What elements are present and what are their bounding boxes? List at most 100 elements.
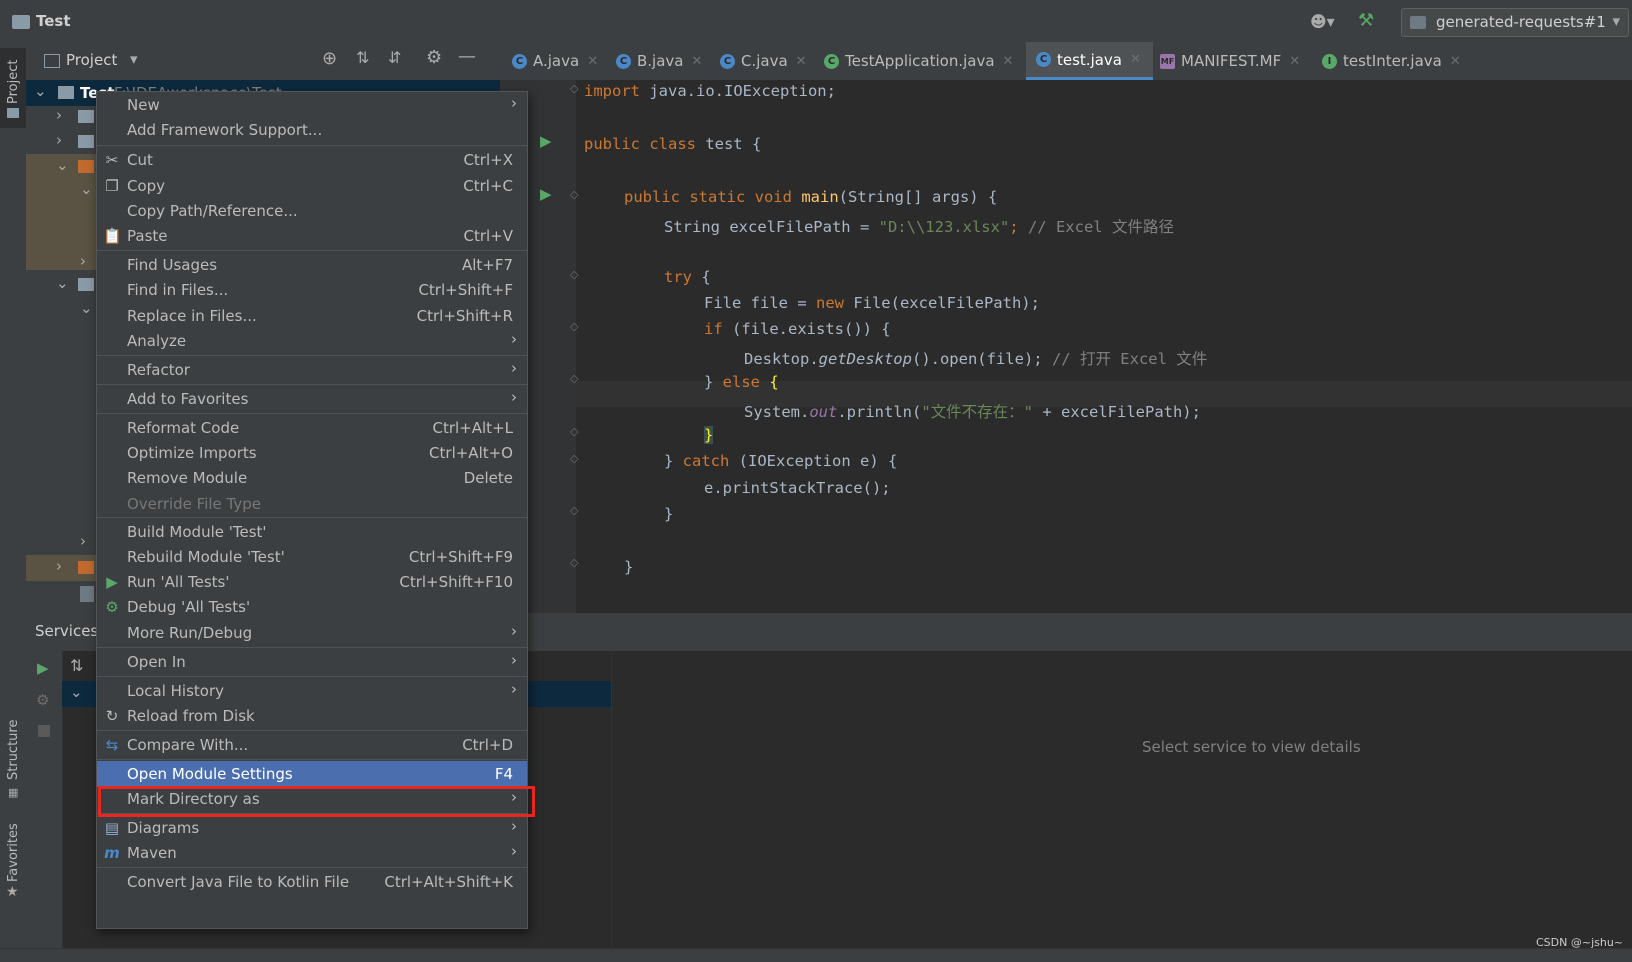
menu-item-refactor[interactable]: Refactor › xyxy=(97,357,527,383)
bottom-tool-bar xyxy=(0,948,1632,962)
chevron-right-icon[interactable]: › xyxy=(56,557,62,575)
menu-item-reformat-code[interactable]: Reformat Code Ctrl+Alt+L xyxy=(97,415,527,441)
tab-label: B.java xyxy=(637,52,684,70)
close-icon[interactable]: ✕ xyxy=(692,54,703,69)
tab-testapplication-java[interactable]: C TestApplication.java ✕ xyxy=(824,42,1013,80)
services-title: Services xyxy=(35,622,99,640)
chevron-down-icon[interactable]: ⌄ xyxy=(34,82,47,100)
chevron-right-icon[interactable]: › xyxy=(80,532,86,550)
fold-icon[interactable]: ◇ xyxy=(570,320,578,333)
fold-icon[interactable]: ◇ xyxy=(570,556,578,569)
star-icon: ★ xyxy=(6,884,19,900)
user-icon[interactable]: ☻▾ xyxy=(1310,12,1335,31)
fold-icon[interactable]: ◇ xyxy=(570,268,578,281)
menu-item-debug-all-tests[interactable]: ⚙ Debug 'All Tests' xyxy=(97,594,527,620)
favorites-tool-label[interactable]: Favorites xyxy=(6,823,21,882)
expand-all-icon[interactable]: ⇅ xyxy=(70,656,83,675)
fold-icon[interactable]: ◇ xyxy=(570,82,578,95)
tab-a-java[interactable]: C A.java ✕ xyxy=(512,42,598,80)
tab-label: MANIFEST.MF xyxy=(1181,52,1282,70)
menu-item-rebuild-module[interactable]: Rebuild Module 'Test' Ctrl+Shift+F9 xyxy=(97,544,527,570)
menu-item-optimize-imports[interactable]: Optimize Imports Ctrl+Alt+O xyxy=(97,440,527,466)
menu-item-find-usages[interactable]: Find Usages Alt+F7 xyxy=(97,252,527,278)
menu-item-diagrams[interactable]: ▤ Diagrams › xyxy=(97,815,527,841)
chevron-down-icon[interactable]: ⌄ xyxy=(80,299,93,317)
structure-tool-label[interactable]: Structure xyxy=(6,720,21,780)
close-icon[interactable]: ✕ xyxy=(796,54,807,69)
menu-item-more-run-debug[interactable]: More Run/Debug › xyxy=(97,620,527,646)
menu-item-copy[interactable]: ❐ Copy Ctrl+C xyxy=(97,173,527,199)
menu-item-new[interactable]: New › xyxy=(97,92,527,118)
fold-icon[interactable]: ◇ xyxy=(570,425,578,438)
menu-item-add-framework-support[interactable]: Add Framework Support... xyxy=(97,117,527,143)
chevron-down-icon[interactable]: ⌄ xyxy=(70,683,83,701)
project-tool-label: Project xyxy=(6,59,21,104)
menu-item-convert-to-kotlin[interactable]: Convert Java File to Kotlin File Ctrl+Alt… xyxy=(97,869,527,895)
folder-icon xyxy=(78,561,94,574)
close-icon[interactable]: ✕ xyxy=(1003,54,1014,69)
tab-testinter-java[interactable]: ItestInter.java ✕ xyxy=(1322,42,1461,80)
menu-item-compare-with[interactable]: ⇆ Compare With... Ctrl+D xyxy=(97,732,527,758)
locate-icon[interactable]: ⊕ xyxy=(322,48,337,69)
gear-icon[interactable]: ⚙ xyxy=(426,47,442,68)
chevron-down-icon[interactable]: ⌄ xyxy=(56,274,69,292)
debug-icon[interactable]: ⚙ xyxy=(36,691,49,709)
chevron-right-icon[interactable]: › xyxy=(56,106,62,124)
run-configuration-selector[interactable]: generated-requests#1 ▾ xyxy=(1401,8,1629,37)
collapse-all-icon[interactable]: ⇵ xyxy=(388,48,401,67)
debug-icon: ⚙ xyxy=(105,598,119,616)
menu-item-maven[interactable]: m Maven › xyxy=(97,840,527,866)
stop-icon[interactable] xyxy=(38,725,50,737)
menu-item-remove-module[interactable]: Remove Module Delete xyxy=(97,465,527,491)
menu-item-run-all-tests[interactable]: ▶ Run 'All Tests' Ctrl+Shift+F10 xyxy=(97,569,527,595)
menu-item-analyze[interactable]: Analyze › xyxy=(97,328,527,354)
tab-c-java[interactable]: C C.java ✕ xyxy=(720,42,807,80)
expand-all-icon[interactable]: ⇅ xyxy=(356,48,369,67)
code-line-close-main: } xyxy=(624,558,634,576)
close-icon[interactable]: ✕ xyxy=(587,54,598,69)
build-hammer-icon[interactable]: ⚒ xyxy=(1358,10,1374,31)
code-line-close-else: } xyxy=(704,426,714,444)
code-line-catch: } catch (IOException e) { xyxy=(664,452,898,470)
menu-item-local-history[interactable]: Local History › xyxy=(97,678,527,704)
project-folder-icon xyxy=(12,15,30,29)
menu-item-open-in[interactable]: Open In › xyxy=(97,649,527,675)
tab-b-java[interactable]: C B.java ✕ xyxy=(616,42,702,80)
hide-panel-icon[interactable]: — xyxy=(458,46,476,67)
menu-item-paste[interactable]: 📋 Paste Ctrl+V xyxy=(97,223,527,249)
chevron-right-icon[interactable]: › xyxy=(56,131,62,149)
close-icon[interactable]: ✕ xyxy=(1289,54,1300,69)
window-title: Test xyxy=(36,12,71,30)
chevron-down-icon[interactable]: ▾ xyxy=(130,50,138,68)
tab-manifest-mf[interactable]: MF MANIFEST.MF ✕ xyxy=(1160,42,1300,80)
project-view-icon xyxy=(44,54,60,68)
fold-icon[interactable]: ◇ xyxy=(570,188,578,201)
chevron-down-icon[interactable]: ⌄ xyxy=(56,156,69,174)
fold-icon[interactable]: ◇ xyxy=(570,452,578,465)
chevron-right-icon: › xyxy=(511,817,517,835)
tab-test-java[interactable]: Ctest.java ✕ xyxy=(1026,42,1153,80)
chevron-down-icon: ▾ xyxy=(1612,12,1620,30)
run-class-icon[interactable]: ▶ xyxy=(540,132,552,150)
chevron-down-icon[interactable]: ⌄ xyxy=(80,180,93,198)
menu-item-copy-path[interactable]: Copy Path/Reference... xyxy=(97,198,527,224)
project-panel-title[interactable]: Project xyxy=(66,51,117,69)
menu-item-reload-from-disk[interactable]: ↻ Reload from Disk xyxy=(97,703,527,729)
service-details-area: Select service to view details xyxy=(611,651,1632,948)
class-icon: C xyxy=(720,53,735,69)
menu-item-replace-in-files[interactable]: Replace in Files... Ctrl+Shift+R xyxy=(97,303,527,329)
run-main-icon[interactable]: ▶ xyxy=(540,185,552,203)
project-tool-button[interactable]: Project xyxy=(0,48,26,128)
code-line-if: if (file.exists()) { xyxy=(704,320,891,338)
chevron-right-icon: › xyxy=(511,622,517,640)
menu-item-add-to-favorites[interactable]: Add to Favorites › xyxy=(97,386,527,412)
menu-item-cut[interactable]: ✂ Cut Ctrl+X xyxy=(97,147,527,173)
run-icon[interactable]: ▶ xyxy=(37,659,49,677)
close-icon[interactable]: ✕ xyxy=(1130,52,1141,67)
menu-item-open-module-settings[interactable]: Open Module Settings F4 xyxy=(97,761,527,787)
menu-item-find-in-files[interactable]: Find in Files... Ctrl+Shift+F xyxy=(97,277,527,303)
menu-item-build-module[interactable]: Build Module 'Test' xyxy=(97,519,527,545)
chevron-right-icon[interactable]: › xyxy=(80,252,86,270)
fold-icon[interactable]: ◇ xyxy=(570,504,578,517)
close-icon[interactable]: ✕ xyxy=(1450,54,1461,69)
